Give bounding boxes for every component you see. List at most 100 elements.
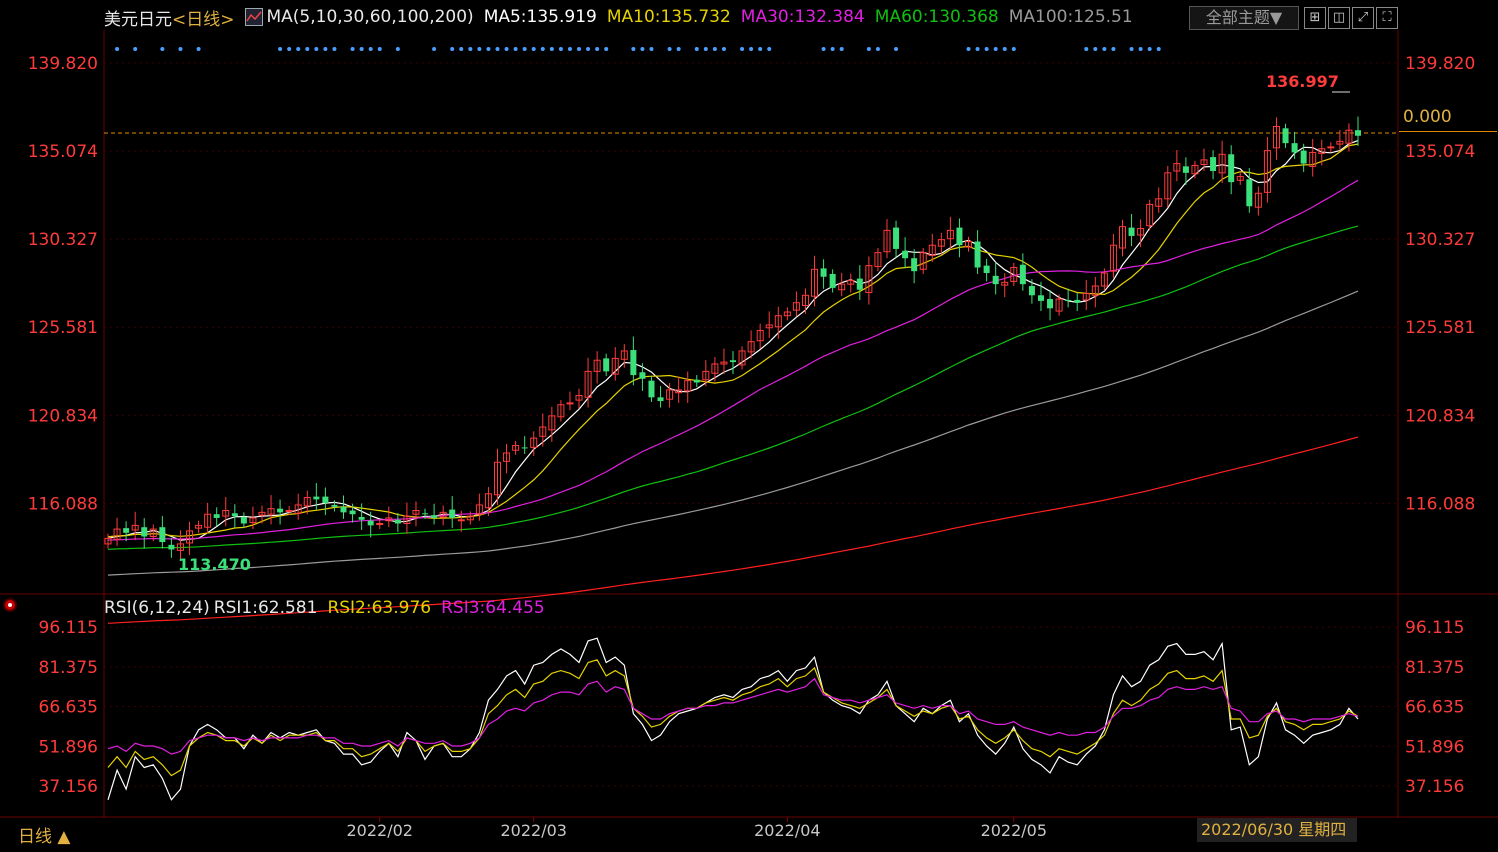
ma5-line	[107, 140, 1359, 541]
candlesticks[interactable]	[104, 116, 1361, 561]
candle-body	[902, 250, 909, 259]
candle-body	[277, 508, 284, 513]
right-price-tick: 139.820	[1405, 54, 1475, 74]
signal-dot	[1084, 47, 1089, 51]
right-price-tick: 116.088	[1405, 494, 1475, 514]
ma-params[interactable]: MA(5,10,30,60,100,200)	[267, 7, 474, 27]
candle-body	[992, 275, 999, 285]
candle-body	[358, 517, 365, 520]
signal-dot	[595, 47, 600, 51]
candle-body	[159, 527, 166, 543]
candle	[738, 346, 746, 370]
signal-dot	[558, 47, 563, 51]
candle	[902, 237, 909, 269]
signal-dot	[1102, 47, 1107, 51]
rsi1-value: RSI1:62.581	[213, 598, 318, 618]
candle	[874, 247, 882, 272]
candle-body	[349, 510, 356, 515]
period-switch-button[interactable]: 日线 ▲	[18, 822, 70, 847]
signal-dot	[495, 47, 500, 51]
candle-body	[449, 509, 456, 518]
theme-selector[interactable]: 全部主题▼	[1189, 6, 1299, 30]
rsi3-value: RSI3:64.455	[441, 598, 545, 618]
candle	[1074, 293, 1081, 312]
rsi-header: RSI(6,12,24) RSI1:62.581 RSI2:63.976 RSI…	[104, 598, 545, 618]
candle	[431, 503, 438, 525]
candle	[856, 265, 863, 300]
left-price-tick: 130.327	[28, 230, 98, 250]
rsi-left-tick: 51.896	[39, 737, 98, 757]
candle	[911, 249, 918, 284]
split-icon[interactable]: ◫	[1328, 7, 1350, 29]
ma-indicator-icon[interactable]	[244, 8, 263, 26]
fullscreen-icon[interactable]: ⛶	[1376, 7, 1398, 29]
candle	[630, 336, 637, 386]
candle	[1091, 276, 1099, 308]
signal-dot	[314, 47, 319, 51]
rsi-params[interactable]: RSI(6,12,24)	[104, 598, 210, 618]
rsi-lines	[107, 637, 1359, 801]
candle-body	[1327, 146, 1335, 149]
candle	[1010, 262, 1018, 287]
signal-dot	[368, 47, 373, 51]
candle-body	[1228, 154, 1235, 183]
signal-dot	[287, 47, 292, 51]
high-annotation: 136.997	[1266, 72, 1339, 91]
candle	[539, 413, 547, 447]
signal-dot	[604, 47, 609, 51]
candle-body	[983, 265, 990, 274]
signal-dot	[631, 47, 636, 51]
candle	[675, 376, 683, 403]
candle-body	[1282, 128, 1289, 144]
ma5-value: MA5:135.919	[483, 7, 597, 27]
signal-dot	[993, 47, 998, 51]
candle-body	[367, 520, 374, 526]
left-price-tick: 135.074	[28, 142, 98, 162]
rsi-right-tick: 66.635	[1405, 698, 1464, 718]
candle-body	[1065, 299, 1072, 301]
candle-body	[820, 268, 827, 277]
ma60-line	[107, 225, 1359, 550]
signal-dot	[640, 47, 645, 51]
chart-canvas[interactable]: 139.820 139.820 135.074 135.074 130.327 130.3…	[0, 0, 1498, 848]
candle-body	[630, 350, 637, 376]
candle-body	[422, 513, 429, 515]
candle	[1236, 171, 1244, 185]
candle	[1282, 123, 1289, 148]
grid-layout-icon[interactable]: ⊞	[1304, 7, 1326, 29]
period-label[interactable]: <日线>	[172, 5, 235, 30]
time-tick-label: 2022/04	[754, 821, 820, 840]
candle	[1200, 148, 1208, 171]
signal-dot	[549, 47, 554, 51]
ma10-value: MA10:135.732	[606, 7, 731, 27]
candle	[801, 288, 809, 314]
candle	[521, 436, 528, 454]
candle-body	[240, 517, 247, 524]
signal-dot	[160, 47, 165, 51]
candle-body	[1246, 179, 1253, 207]
symbol-name[interactable]: 美元日元	[104, 5, 172, 30]
chart-stage[interactable]: 139.820 139.820 135.074 135.074 130.327 130.3…	[0, 0, 1498, 848]
candle	[684, 371, 692, 403]
signal-dot	[1156, 47, 1161, 51]
candle	[1001, 273, 1009, 298]
signal-dot	[767, 47, 772, 51]
candle	[213, 507, 220, 527]
candle-body	[829, 273, 836, 288]
candle	[956, 218, 963, 258]
candle-body	[376, 523, 384, 525]
candle	[883, 219, 891, 259]
candle	[240, 512, 247, 529]
ma30-value: MA30:132.384	[740, 7, 865, 27]
indicator-settings-icon[interactable]	[3, 598, 17, 612]
signal-dot	[984, 47, 989, 51]
candle-body	[457, 519, 465, 522]
candle	[829, 269, 836, 293]
time-tick-label: 2022/03	[500, 821, 566, 840]
candle-body	[1128, 227, 1135, 236]
signal-dot	[694, 47, 699, 51]
signal-dot	[359, 47, 364, 51]
expand-icon[interactable]: ⤢	[1352, 7, 1374, 29]
signal-dot	[305, 47, 310, 51]
left-price-tick: 139.820	[28, 54, 98, 74]
